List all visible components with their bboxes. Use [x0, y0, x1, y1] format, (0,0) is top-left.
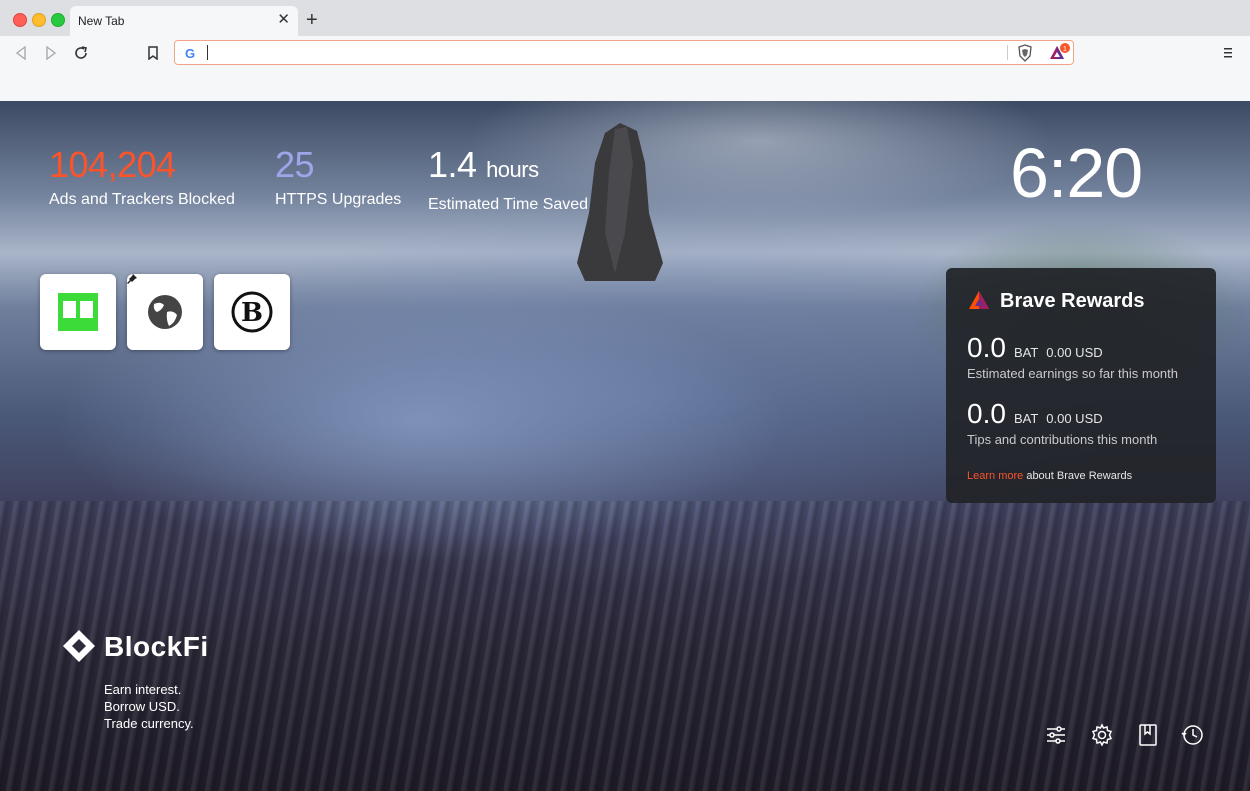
ads-blocked-label: Ads and Trackers Blocked — [49, 191, 235, 208]
top-site-tile-1[interactable] — [40, 274, 116, 350]
ads-blocked-count: 104,204 — [49, 144, 176, 185]
tab-close-button[interactable]: ✕ — [277, 12, 290, 28]
tab-new-tab[interactable]: New Tab ✕ — [70, 6, 298, 36]
brave-shields-icon[interactable] — [1017, 44, 1033, 62]
brave-rewards-icon[interactable]: 1 — [1049, 43, 1071, 63]
time-saved-label: Estimated Time Saved — [428, 196, 589, 213]
sponsor-tagline: Earn interest. Borrow USD. Trade currenc… — [104, 681, 194, 732]
history-icon[interactable] — [1181, 723, 1205, 747]
earnings-usd: 0.00 USD — [1046, 345, 1103, 360]
text-cursor — [207, 45, 208, 60]
earnings-bat-value: 0.0 — [967, 332, 1006, 363]
reader-icon — [58, 293, 98, 331]
toolbar: G 1 — [0, 36, 1250, 101]
bookmarks-icon[interactable] — [1136, 723, 1160, 747]
bookmark-icon — [148, 46, 158, 60]
blockfi-logo-icon — [63, 630, 95, 662]
reload-icon — [75, 46, 87, 59]
rewards-earnings: 0.0 BAT 0.00 USD Estimated earnings so far… — [967, 332, 1178, 381]
rewards-badge-count: 1 — [1063, 46, 1067, 53]
top-site-tile-3[interactable]: B — [214, 274, 290, 350]
top-site-tile-2[interactable] — [127, 274, 203, 350]
brave-rewards-widget: Brave Rewards 0.0 BAT 0.00 USD Estimated e… — [946, 268, 1216, 503]
earnings-currency: BAT — [1013, 345, 1039, 360]
stat-time-saved: 1.4 hours Estimated Time Saved — [428, 145, 588, 214]
earnings-label: Estimated earnings so far this month — [967, 366, 1178, 381]
close-window-button[interactable] — [13, 13, 27, 27]
sponsor-line-2: Borrow USD. — [104, 699, 180, 714]
menu-button[interactable] — [1222, 46, 1234, 64]
sponsor-line-1: Earn interest. — [104, 682, 182, 697]
learn-more-suffix: about Brave Rewards — [1023, 470, 1133, 482]
tips-usd: 0.00 USD — [1046, 411, 1103, 426]
bookmark-button[interactable] — [144, 44, 162, 62]
time-saved-unit: hours — [486, 157, 539, 182]
sponsor-name: BlockFi — [104, 631, 209, 662]
sponsor-line-3: Trade currency. — [104, 716, 194, 731]
tips-bat-value: 0.0 — [967, 398, 1006, 429]
stat-https-upgrades: 25 HTTPS Upgrades — [275, 145, 401, 209]
rewards-footer: Learn more about Brave Rewards — [967, 470, 1132, 482]
settings-icon[interactable] — [1090, 723, 1114, 747]
address-input[interactable] — [211, 43, 995, 63]
learn-more-link[interactable]: Learn more — [967, 470, 1023, 482]
back-button[interactable] — [12, 44, 30, 62]
customize-icon[interactable] — [1044, 723, 1068, 747]
reload-button[interactable] — [72, 44, 90, 62]
stat-ads-blocked: 104,204 Ads and Trackers Blocked — [49, 145, 235, 209]
minimize-window-button[interactable] — [32, 13, 46, 27]
hamburger-menu-icon — [1224, 48, 1232, 58]
time-saved-value-row: 1.4 hours — [428, 145, 588, 190]
forward-button[interactable] — [42, 44, 60, 62]
rewards-tips: 0.0 BAT 0.00 USD Tips and contributions th… — [967, 398, 1157, 447]
new-tab-button[interactable]: + — [306, 9, 318, 31]
time-saved-value: 1.4 — [428, 144, 477, 185]
https-upgrades-label: HTTPS Upgrades — [275, 191, 402, 208]
svg-text:B: B — [241, 298, 263, 328]
back-icon — [15, 46, 26, 60]
bat-logo-icon — [969, 291, 989, 309]
background-sea-stack — [577, 123, 663, 281]
brand-b-icon: B — [231, 291, 273, 333]
new-tab-page: 104,204 Ads and Trackers Blocked 25 HTTP… — [0, 101, 1250, 791]
https-upgrades-count: 25 — [275, 144, 315, 185]
forward-icon — [46, 46, 57, 60]
clock: 6:20 — [1010, 134, 1143, 212]
zoom-window-button[interactable] — [51, 13, 65, 27]
tips-label: Tips and contributions this month — [967, 432, 1158, 447]
google-search-icon: G — [185, 46, 196, 61]
tab-title: New Tab — [78, 14, 125, 28]
tips-currency: BAT — [1013, 411, 1039, 426]
title-bar: New Tab ✕ + — [0, 0, 1250, 36]
globe-icon — [148, 295, 182, 329]
address-divider — [1007, 45, 1008, 60]
rewards-title: Brave Rewards — [1000, 290, 1145, 312]
address-bar[interactable]: G 1 — [174, 40, 1074, 65]
